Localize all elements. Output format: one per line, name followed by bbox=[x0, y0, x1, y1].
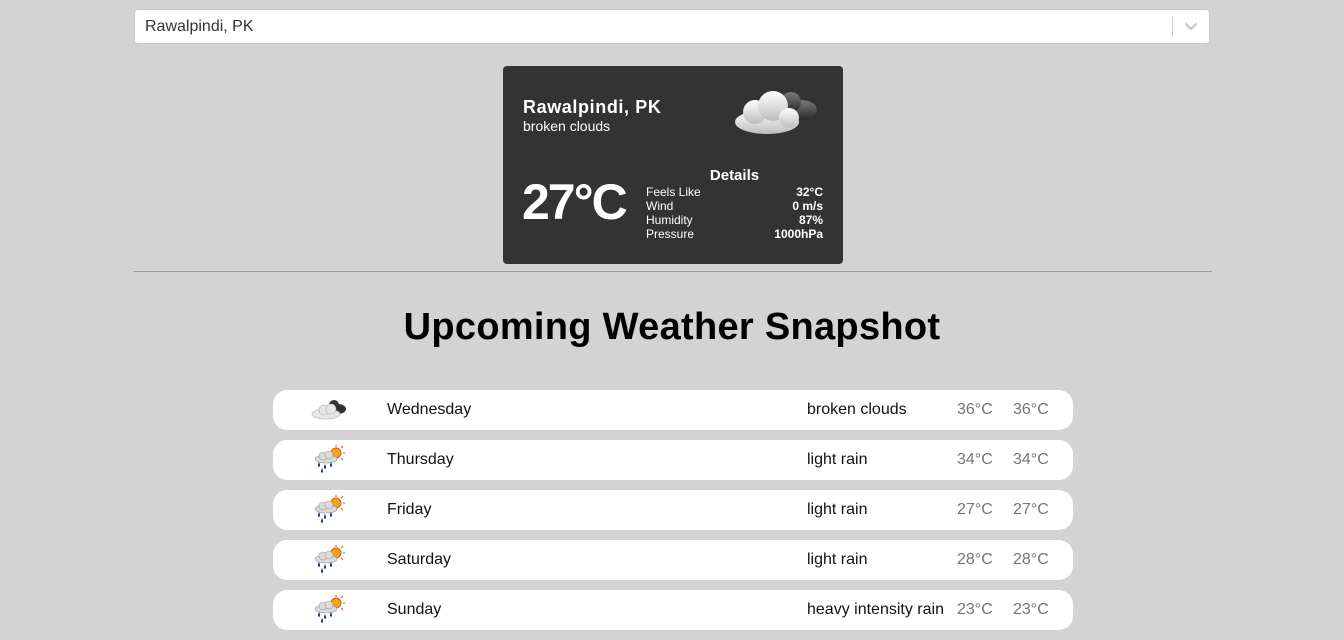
forecast-description: light rain bbox=[807, 451, 868, 468]
select-separator bbox=[1172, 17, 1173, 37]
light-rain-icon bbox=[310, 595, 348, 625]
forecast-day: Sunday bbox=[387, 601, 442, 618]
details-list: Feels Like 32°C Wind 0 m/s Humidity 87% … bbox=[646, 185, 823, 241]
detail-value: 0 m/s bbox=[792, 199, 823, 213]
forecast-list: Wednesday broken clouds 36°C 36°C Thursd… bbox=[273, 390, 1073, 640]
forecast-row[interactable]: Wednesday broken clouds 36°C 36°C bbox=[273, 390, 1073, 430]
forecast-max-temp: 23°C bbox=[1013, 601, 1049, 618]
forecast-max-temp: 36°C bbox=[1013, 401, 1049, 418]
detail-humidity: Humidity 87% bbox=[646, 213, 823, 227]
light-rain-icon bbox=[310, 545, 348, 575]
light-rain-icon bbox=[310, 495, 348, 525]
broken-clouds-icon bbox=[729, 86, 819, 138]
detail-wind: Wind 0 m/s bbox=[646, 199, 823, 213]
forecast-description: light rain bbox=[807, 551, 868, 568]
detail-value: 1000hPa bbox=[774, 227, 823, 241]
detail-value: 87% bbox=[798, 213, 823, 227]
forecast-title: Upcoming Weather Snapshot bbox=[403, 306, 941, 348]
forecast-min-temp: 34°C bbox=[957, 451, 993, 468]
forecast-row[interactable]: Friday light rain 27°C 27°C bbox=[273, 490, 1073, 530]
current-city: Rawalpindi, PK bbox=[523, 97, 662, 117]
forecast-min-temp: 28°C bbox=[957, 551, 993, 568]
location-search-value[interactable]: Rawalpindi, PK bbox=[145, 10, 254, 43]
forecast-min-temp: 27°C bbox=[957, 501, 993, 518]
forecast-description: heavy intensity rain bbox=[807, 601, 944, 618]
details-title: Details bbox=[709, 167, 760, 184]
forecast-day: Wednesday bbox=[387, 401, 472, 418]
current-temperature: 27°C bbox=[522, 174, 628, 230]
forecast-row[interactable]: Thursday light rain 34°C 34°C bbox=[273, 440, 1073, 480]
forecast-min-temp: 36°C bbox=[957, 401, 993, 418]
forecast-row[interactable]: Saturday light rain 28°C 28°C bbox=[273, 540, 1073, 580]
forecast-max-temp: 34°C bbox=[1013, 451, 1049, 468]
detail-label: Feels Like bbox=[646, 185, 701, 199]
current-description: broken clouds bbox=[523, 118, 611, 134]
forecast-max-temp: 28°C bbox=[1013, 551, 1049, 568]
detail-feels-like: Feels Like 32°C bbox=[646, 185, 823, 199]
detail-label: Humidity bbox=[646, 213, 693, 227]
detail-pressure: Pressure 1000hPa bbox=[646, 227, 823, 241]
forecast-day: Saturday bbox=[387, 551, 452, 568]
forecast-description: light rain bbox=[807, 501, 868, 518]
forecast-row[interactable]: Sunday heavy intensity rain 23°C 23°C bbox=[273, 590, 1073, 630]
forecast-day: Friday bbox=[387, 501, 432, 518]
chevron-down-icon[interactable] bbox=[1181, 18, 1201, 36]
forecast-day: Thursday bbox=[387, 451, 454, 468]
forecast-max-temp: 27°C bbox=[1013, 501, 1049, 518]
light-rain-icon bbox=[310, 445, 348, 475]
section-divider bbox=[133, 271, 1212, 272]
broken-clouds-icon bbox=[310, 395, 348, 425]
detail-label: Pressure bbox=[646, 227, 695, 241]
detail-value: 32°C bbox=[796, 185, 823, 199]
location-search-select[interactable]: Rawalpindi, PK bbox=[134, 9, 1210, 44]
forecast-min-temp: 23°C bbox=[957, 601, 993, 618]
detail-label: Wind bbox=[646, 199, 674, 213]
forecast-description: broken clouds bbox=[807, 401, 907, 418]
current-weather-card: Rawalpindi, PK broken clouds 27°C Detail… bbox=[503, 66, 843, 264]
